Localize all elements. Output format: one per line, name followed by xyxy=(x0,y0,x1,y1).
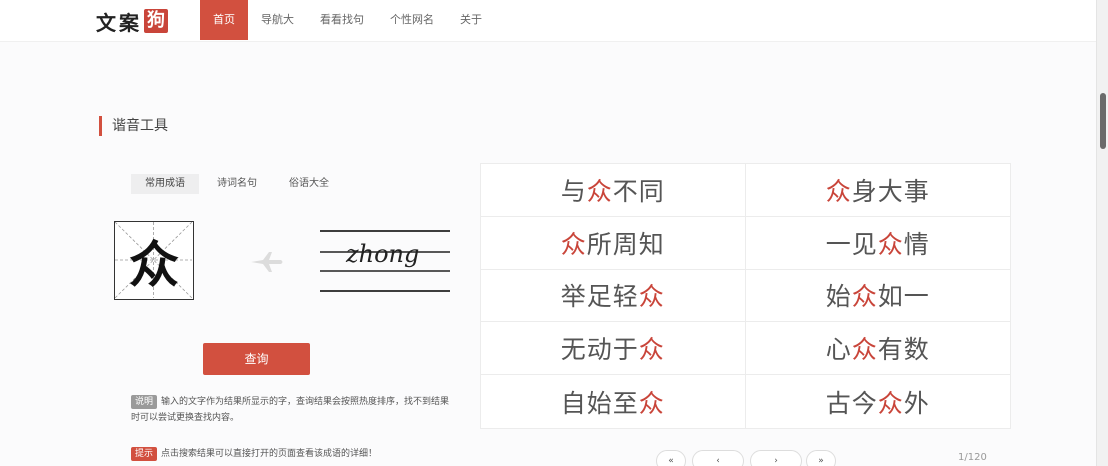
idiom-cell[interactable]: 始众如一 xyxy=(745,270,1010,323)
next-page-button[interactable]: › xyxy=(750,450,802,466)
main-nav: 首页 导航大 看看找句 个性网名 关于 xyxy=(200,0,495,40)
idiom-text: 情 xyxy=(903,229,930,259)
last-page-button[interactable]: » xyxy=(806,450,836,466)
tip-note: 提示 点击搜索结果可以直接打开的页面查看该成语的详细！ xyxy=(131,446,451,462)
input-character: 众 xyxy=(129,235,179,294)
idiom-highlight: 众 xyxy=(586,176,613,206)
site-logo[interactable]: 文案 狗 xyxy=(96,8,168,35)
query-button[interactable]: 查询 xyxy=(203,343,310,375)
character-grid-box[interactable]: 众 xyxy=(114,221,194,300)
nav-item-find-sentences[interactable]: 看看找句 xyxy=(307,0,377,40)
idiom-text: 所周知 xyxy=(586,229,665,259)
idiom-text: 古今 xyxy=(825,388,878,418)
page-counter: 1/120 xyxy=(958,452,987,463)
usage-note: 说明 输入的文字作为结果所显示的字，查询结果会按照热度排序，找不到结果时可以尝试更… xyxy=(131,394,451,426)
idiom-cell[interactable]: 自始至众 xyxy=(481,375,746,428)
idiom-text: 如一 xyxy=(877,282,930,312)
idiom-highlight: 众 xyxy=(638,282,665,312)
idiom-text: 心 xyxy=(825,335,852,365)
logo-text: 文案 xyxy=(96,10,142,35)
logo-mark: 狗 xyxy=(144,9,168,33)
first-page-button[interactable]: « xyxy=(656,450,686,466)
nav-item-home[interactable]: 首页 xyxy=(200,0,248,40)
tab-proverbs[interactable]: 俗语大全 xyxy=(275,174,343,194)
tip-text: 点击搜索结果可以直接打开的页面查看该成语的详细！ xyxy=(161,449,378,459)
idiom-highlight: 众 xyxy=(851,335,878,365)
pinyin-result: zhong xyxy=(346,240,420,268)
idiom-highlight: 众 xyxy=(877,229,904,259)
tab-common-idioms[interactable]: 常用成语 xyxy=(131,174,199,194)
section-title: 谐音工具 xyxy=(99,116,168,136)
idiom-cell[interactable]: 心众有数 xyxy=(745,322,1010,376)
idiom-cell[interactable]: 与众不同 xyxy=(481,164,746,217)
idiom-text: 举足轻 xyxy=(560,282,639,312)
idiom-text: 始 xyxy=(825,282,852,312)
nav-item-directory[interactable]: 导航大 xyxy=(248,0,307,40)
category-tabs: 常用成语 诗词名句 俗语大全 xyxy=(131,174,347,194)
idiom-results-grid: 与众不同 众身大事 众所周知 一见众情 举足轻众 始众如一 无动于众 心众有数 … xyxy=(480,163,1011,429)
idiom-text: 不同 xyxy=(612,176,665,206)
tab-poetry-quotes[interactable]: 诗词名句 xyxy=(203,174,271,194)
scrollbar-thumb[interactable] xyxy=(1100,93,1106,149)
idiom-highlight: 众 xyxy=(825,176,852,206)
prev-page-button[interactable]: ‹ xyxy=(692,450,744,466)
idiom-highlight: 众 xyxy=(851,282,878,312)
idiom-cell[interactable]: 众身大事 xyxy=(745,164,1010,217)
top-navigation-bar: 文案 狗 首页 导航大 看看找句 个性网名 关于 xyxy=(0,0,1096,42)
idiom-text: 有数 xyxy=(877,335,930,365)
idiom-highlight: 众 xyxy=(877,388,904,418)
idiom-cell[interactable]: 一见众情 xyxy=(745,217,1010,270)
idiom-cell[interactable]: 古今众外 xyxy=(746,375,1011,428)
idiom-highlight: 众 xyxy=(560,229,587,259)
idiom-cell[interactable]: 举足轻众 xyxy=(481,269,746,323)
idiom-text: 与 xyxy=(560,176,587,206)
idiom-text: 一见 xyxy=(825,229,878,259)
airplane-icon xyxy=(251,252,283,272)
tip-badge: 提示 xyxy=(131,447,158,461)
idiom-highlight: 众 xyxy=(638,335,665,365)
nav-item-about[interactable]: 关于 xyxy=(447,0,495,40)
idiom-text: 无动于 xyxy=(560,335,639,365)
idiom-cell[interactable]: 无动于众 xyxy=(481,322,746,376)
nav-item-nicknames[interactable]: 个性网名 xyxy=(377,0,447,40)
idiom-text: 外 xyxy=(903,388,930,418)
note-text: 输入的文字作为结果所显示的字，查询结果会按照热度排序，找不到结果时可以尝试更换查… xyxy=(131,397,450,423)
idiom-cell[interactable]: 众所周知 xyxy=(481,216,746,270)
idiom-highlight: 众 xyxy=(638,388,665,418)
idiom-text: 自始至 xyxy=(560,388,639,418)
scrollbar-track[interactable] xyxy=(1096,0,1108,466)
note-badge: 说明 xyxy=(131,395,158,409)
idiom-text: 身大事 xyxy=(851,176,930,206)
